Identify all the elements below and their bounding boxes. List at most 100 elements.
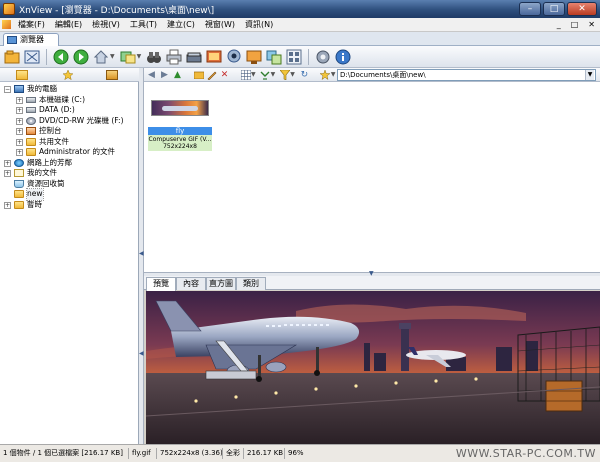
tree-item[interactable]: − 我的電腦 [0, 84, 139, 95]
cd-icon [26, 116, 36, 125]
screen-capture-icon[interactable] [245, 48, 263, 66]
folder-tree-pane: − 我的電腦 + 本機磁碟 (C:) + DATA (D:) + DVD/CD-RW 光碟機 … [0, 68, 139, 444]
view-mode-dropdown-icon[interactable]: ▼ [251, 71, 256, 78]
tab-histogram[interactable]: 直方圖 [206, 277, 236, 290]
thumbnail-image [151, 100, 209, 116]
thumbnail-info: Compuserve GIF (V... 752x224x8 [148, 135, 212, 151]
expand-icon[interactable]: + [4, 159, 11, 167]
tree-item[interactable]: + Administrator 的文件 [0, 147, 139, 158]
fullscreen-icon[interactable] [23, 48, 41, 66]
tree-item[interactable]: + DVD/CD-RW 光碟機 (F:) [0, 116, 139, 127]
settings-icon[interactable] [314, 48, 332, 66]
expand-icon[interactable]: + [4, 201, 11, 209]
expand-icon[interactable]: + [16, 128, 23, 135]
expand-icon[interactable]: + [16, 117, 23, 125]
refresh-icon[interactable]: ↻ [299, 69, 310, 80]
collapse-icon[interactable]: − [4, 86, 11, 93]
multipage-icon[interactable] [265, 48, 283, 66]
expand-icon[interactable]: + [16, 96, 23, 104]
favorites-tab-icon[interactable] [62, 69, 74, 81]
home-dropdown-icon[interactable]: ▼ [110, 53, 115, 60]
nav-forward-icon[interactable]: ▶ [159, 69, 170, 80]
webcam-icon[interactable] [225, 48, 243, 66]
menu-tools[interactable]: 工具(T) [125, 19, 162, 30]
doc-icon [14, 169, 24, 177]
print-icon[interactable] [165, 48, 183, 66]
convert-dropdown-icon[interactable]: ▼ [137, 53, 142, 60]
thumbnail-filename: fly [148, 127, 212, 135]
menu-file[interactable]: 檔案(F) [13, 19, 50, 30]
address-dropdown-icon[interactable]: ▼ [585, 70, 594, 80]
mdi-close-button[interactable]: ✕ [583, 20, 600, 29]
close-button[interactable]: ✕ [567, 2, 597, 16]
minimize-button[interactable]: – [519, 2, 541, 16]
address-input[interactable]: D:\Documents\桌面\new\ ▼ [337, 69, 596, 81]
tree-item[interactable]: + 暫時 [0, 200, 139, 211]
new-folder-icon[interactable] [193, 69, 204, 80]
menu-window[interactable]: 視窗(W) [200, 19, 240, 30]
mdi-minimize-button[interactable]: _ [552, 20, 566, 29]
menu-info[interactable]: 資訊(N) [240, 19, 278, 30]
tab-categories[interactable]: 類別 [236, 277, 266, 290]
menu-bar: 檔案(F) 編輯(E) 檢視(V) 工具(T) 建立(C) 視窗(W) 資訊(N… [0, 18, 600, 32]
delete-icon[interactable]: ✕ [219, 69, 230, 80]
scanner-icon[interactable] [185, 48, 203, 66]
menu-create[interactable]: 建立(C) [162, 19, 200, 30]
tree-item[interactable]: new [0, 188, 139, 201]
tree-item[interactable]: + 共用文件 [0, 137, 139, 148]
forward-icon[interactable] [72, 48, 90, 66]
collapse-left-arrow-icon[interactable]: ◀ [139, 250, 144, 257]
preview-tab-strip: 預覽 內容 直方圖 類別 [144, 276, 600, 291]
image-preview [146, 291, 600, 444]
categories-tab-icon[interactable] [106, 70, 118, 80]
sort-icon[interactable] [260, 69, 271, 80]
tab-preview[interactable]: 預覽 [146, 277, 176, 291]
menu-view[interactable]: 檢視(V) [87, 19, 125, 30]
tree-item-label: 資源回收筒 [27, 178, 65, 188]
address-toolbar: ◀ ▶ ▲ ✕ ▼ ▼ ▼ ↻ ▼ D:\Documents\桌面\new\ ▼ [144, 68, 600, 82]
rename-icon[interactable] [206, 69, 217, 80]
tree-item-label: DATA (D:) [39, 105, 75, 114]
parent-folder-icon[interactable]: ▲ [172, 69, 183, 80]
expand-icon[interactable]: + [4, 170, 11, 177]
home-icon[interactable] [92, 48, 110, 66]
tree-item[interactable]: + 網路上的芳鄰 [0, 158, 139, 169]
tab-browser-label: 瀏覽器 [20, 35, 44, 44]
collapse-left-arrow-icon[interactable]: ◀ [139, 350, 144, 357]
filter-icon[interactable] [279, 69, 290, 80]
maximize-button[interactable]: □ [543, 2, 565, 16]
cp-icon [26, 127, 36, 135]
tree-item[interactable]: 資源回收筒 [0, 179, 139, 190]
favorite-dropdown-icon[interactable]: ▼ [331, 71, 336, 78]
filter-dropdown-icon[interactable]: ▼ [290, 71, 295, 78]
tree-item[interactable]: + 我的文件 [0, 168, 139, 179]
tree-item[interactable]: + 控制台 [0, 126, 139, 137]
binoculars-icon[interactable] [145, 48, 163, 66]
tab-properties[interactable]: 內容 [176, 277, 206, 290]
xnview-app-icon[interactable] [3, 3, 15, 15]
open-icon[interactable] [3, 48, 21, 66]
back-icon[interactable] [52, 48, 70, 66]
view-mode-icon[interactable] [240, 69, 251, 80]
folders-tab-icon[interactable] [16, 70, 28, 80]
expand-icon[interactable]: + [16, 149, 23, 156]
menu-edit[interactable]: 編輯(E) [50, 19, 87, 30]
expand-icon[interactable]: + [16, 138, 23, 146]
mdi-app-icon[interactable] [2, 20, 11, 29]
document-tab-strip: 瀏覽器 [0, 32, 600, 46]
info-icon[interactable] [334, 48, 352, 66]
tree-item[interactable]: + 本機磁碟 (C:) [0, 95, 139, 106]
slideshow-icon[interactable] [205, 48, 223, 66]
expand-icon[interactable]: + [16, 107, 23, 114]
sort-dropdown-icon[interactable]: ▼ [271, 71, 276, 78]
tree-item-label: 我的電腦 [27, 84, 57, 93]
convert-icon[interactable] [119, 48, 137, 66]
favorite-star-icon[interactable] [320, 69, 331, 80]
tree-item[interactable]: + DATA (D:) [0, 105, 139, 116]
tab-browser[interactable]: 瀏覽器 [3, 33, 59, 46]
grid-view-icon[interactable] [285, 48, 303, 66]
file-thumbnail-item[interactable]: fly Compuserve GIF (V... 752x224x8 [148, 100, 212, 151]
window-title: XnView - [瀏覽器 - D:\Documents\桌面\new\] [19, 6, 215, 16]
nav-back-icon[interactable]: ◀ [146, 69, 157, 80]
mdi-restore-button[interactable]: □ [566, 20, 584, 29]
